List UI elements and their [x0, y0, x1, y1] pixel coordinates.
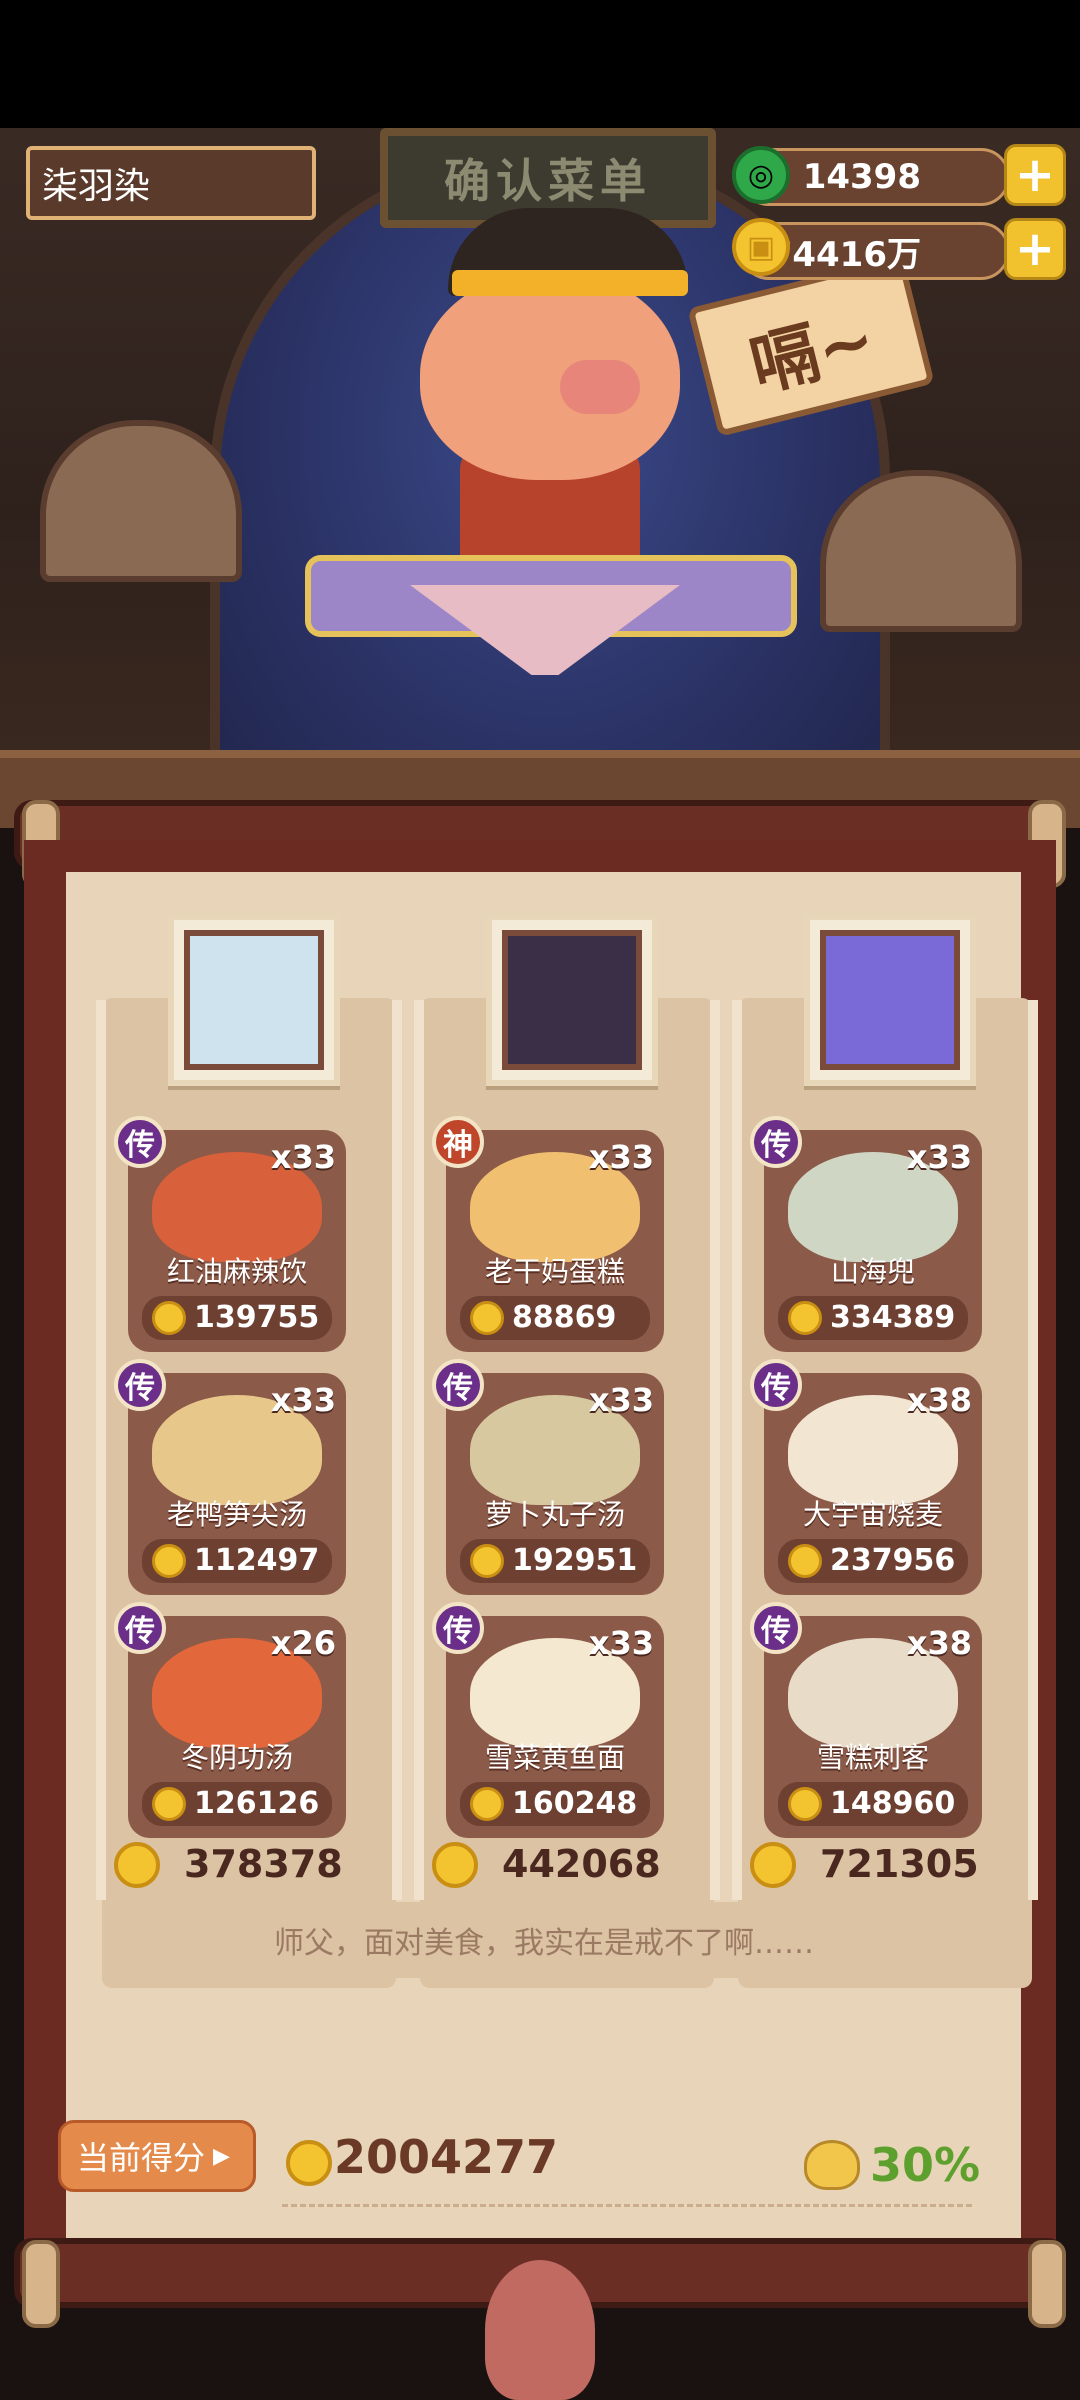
coin-icon	[470, 1544, 504, 1578]
scroll-roller-bottom-left	[22, 2240, 60, 2328]
dish-count: x38	[906, 1381, 972, 1419]
add-coin-button[interactable]: +	[1004, 218, 1066, 280]
coin-icon	[470, 1787, 504, 1821]
rarity-badge: 传	[114, 1602, 166, 1654]
dish-card[interactable]: 传 x33 萝卜丸子汤 192951	[432, 1359, 664, 1595]
column-total: 378378	[184, 1842, 343, 1886]
rarity-badge: 传	[750, 1116, 802, 1168]
guest-portrait[interactable]	[804, 914, 976, 1086]
guest-avatar	[820, 930, 960, 1070]
dish-card[interactable]: 传 x38 大宇宙烧麦 237956	[750, 1359, 982, 1595]
dish-count: x33	[270, 1381, 336, 1419]
character-headband	[452, 270, 688, 296]
dish-price: 334389	[830, 1300, 956, 1335]
dish-count: x33	[906, 1138, 972, 1176]
pig-character	[420, 270, 680, 480]
dish-price: 148960	[830, 1786, 956, 1821]
dish-name: 山海兜	[830, 1255, 915, 1288]
column-pole	[710, 1000, 720, 1900]
character-quote: 师父，面对美食，我实在是戒不了啊……	[214, 1902, 874, 1978]
coin-icon	[152, 1301, 186, 1335]
column-total: 442068	[502, 1842, 661, 1886]
coin-amount: 74416万	[768, 234, 921, 275]
dish-price: 192951	[512, 1543, 638, 1578]
dish-name: 老鸭笋尖汤	[166, 1498, 307, 1531]
score-percent: 30%	[870, 2138, 981, 2192]
dish-count: x33	[588, 1138, 654, 1176]
guest-portrait[interactable]	[168, 914, 340, 1086]
coin-icon	[788, 1787, 822, 1821]
character-snout	[560, 360, 640, 414]
rarity-badge: 传	[114, 1116, 166, 1168]
dish-card[interactable]: 传 x33 雪菜黄鱼面 160248	[432, 1602, 664, 1838]
score-divider	[282, 2204, 972, 2207]
column-pole	[414, 1000, 424, 1900]
dish-count: x38	[906, 1624, 972, 1662]
coin-icon	[788, 1301, 822, 1335]
dish-count: x33	[270, 1138, 336, 1176]
total-coin-icon	[432, 1842, 478, 1888]
bun-bag-icon	[804, 2140, 860, 2190]
score-label: 当前得分	[77, 2139, 206, 2177]
dish-card[interactable]: 传 x33 山海兜 334389	[750, 1116, 982, 1352]
score-coin-icon	[286, 2140, 332, 2186]
column-pole	[732, 1000, 742, 1900]
dish-card[interactable]: 传 x33 老鸭笋尖汤 112497	[114, 1359, 346, 1595]
dish-count: x33	[588, 1624, 654, 1662]
guest-avatar	[184, 930, 324, 1070]
dish-name: 萝卜丸子汤	[484, 1498, 625, 1531]
current-score-button[interactable]: 当前得分 ▶	[58, 2120, 256, 2192]
rarity-badge: 传	[114, 1359, 166, 1411]
rarity-badge: 传	[750, 1602, 802, 1654]
guest-avatar	[502, 930, 642, 1070]
coin-icon	[152, 1787, 186, 1821]
dish-card[interactable]: 神 x33 老干妈蛋糕 88869	[432, 1116, 664, 1352]
dish-name: 红油麻辣饮	[166, 1255, 307, 1288]
dish-card[interactable]: 传 x26 冬阴功汤 126126	[114, 1602, 346, 1838]
dish-name: 雪菜黄鱼面	[484, 1741, 625, 1774]
dish-price: 88869	[512, 1300, 617, 1335]
dish-count: x33	[588, 1381, 654, 1419]
dish-price: 237956	[830, 1543, 956, 1578]
status-bar-area	[0, 0, 1080, 128]
coin-icon	[152, 1544, 186, 1578]
coin-icon	[788, 1544, 822, 1578]
dish-price: 126126	[194, 1786, 320, 1821]
dish-price: 112497	[194, 1543, 320, 1578]
dish-price: 139755	[194, 1300, 320, 1335]
guest-portrait[interactable]	[486, 914, 658, 1086]
dish-price: 160248	[512, 1786, 638, 1821]
play-arrow-icon: ▶	[213, 2143, 230, 2169]
dish-name: 老干妈蛋糕	[484, 1255, 625, 1288]
column-pole	[96, 1000, 106, 1900]
column-pole	[392, 1000, 402, 1900]
score-value: 2004277	[334, 2130, 559, 2184]
rarity-badge: 传	[432, 1359, 484, 1411]
dish-card[interactable]: 传 x38 雪糕刺客 148960	[750, 1602, 982, 1838]
dish-name: 雪糕刺客	[816, 1741, 929, 1774]
rarity-badge: 传	[750, 1359, 802, 1411]
total-coin-icon	[114, 1842, 160, 1888]
chinese-knot-decoration	[485, 2260, 595, 2400]
dish-name: 冬阴功汤	[180, 1741, 293, 1774]
dish-count: x26	[270, 1624, 336, 1662]
add-jade-button[interactable]: +	[1004, 144, 1066, 206]
column-total: 721305	[820, 1842, 979, 1886]
total-coin-icon	[750, 1842, 796, 1888]
rarity-badge: 传	[432, 1602, 484, 1654]
scroll-roller-bottom-right	[1028, 2240, 1066, 2328]
dish-name: 大宇宙烧麦	[802, 1498, 943, 1531]
column-pole	[1028, 1000, 1038, 1900]
jade-amount: 14398	[802, 157, 921, 197]
dish-card[interactable]: 传 x33 红油麻辣饮 139755	[114, 1116, 346, 1352]
coin-icon: ▣	[732, 218, 790, 276]
rarity-badge: 神	[432, 1116, 484, 1168]
coin-icon	[470, 1301, 504, 1335]
player-name[interactable]: 柒羽染	[26, 146, 316, 220]
jade-icon: ◎	[732, 146, 790, 204]
